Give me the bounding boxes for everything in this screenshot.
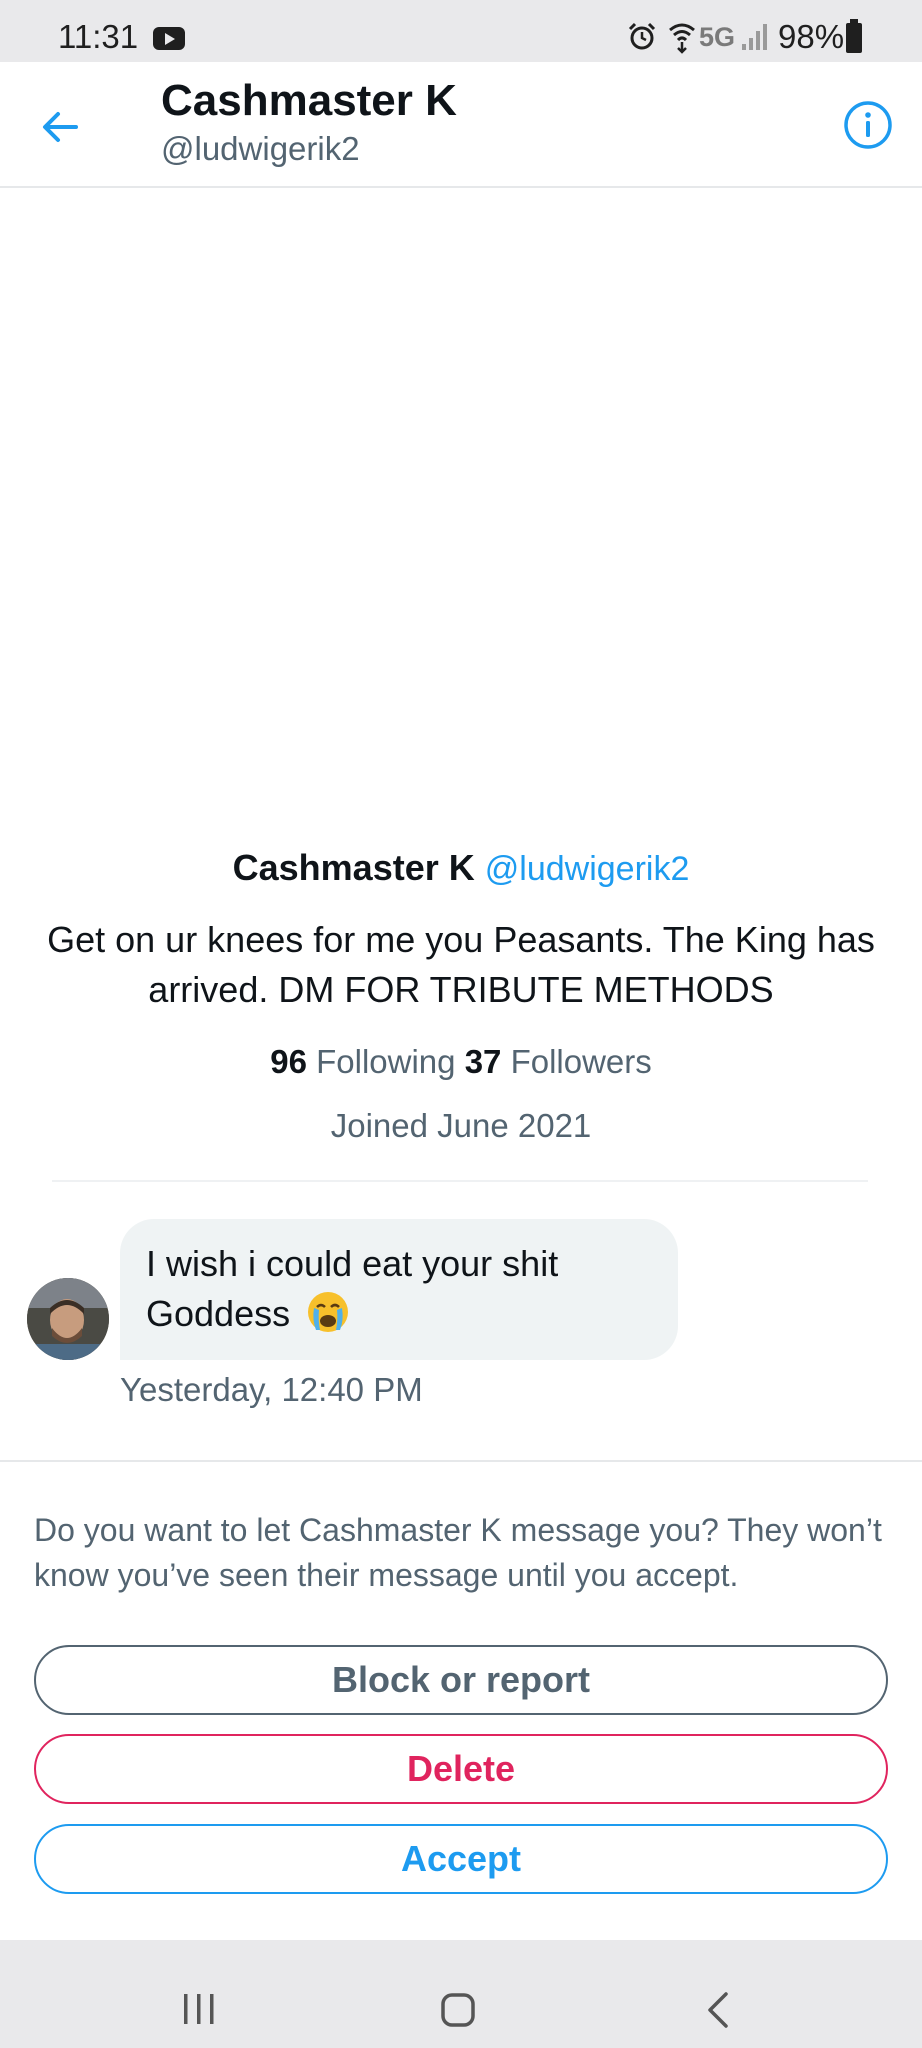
battery-percent: 98% [778,18,845,55]
request-prompt: Do you want to let Cashmaster K message … [34,1512,882,1593]
divider [0,1460,922,1462]
network-type: 5G [699,22,736,52]
info-icon[interactable] [842,99,894,151]
conversation-header: Cashmaster K @ludwigerik2 [0,62,922,188]
recents-icon[interactable] [181,1992,217,2026]
alarm-icon [628,22,656,50]
followers-count: 37 [464,1043,502,1080]
battery-icon [846,19,862,53]
signal-icon [742,24,767,50]
header-handle: @ludwigerik2 [161,130,360,167]
home-icon[interactable] [440,1992,476,2028]
avatar[interactable] [27,1278,109,1360]
youtube-icon [153,27,185,50]
message-bubble[interactable]: I wish i could eat your shit Goddess [120,1219,678,1360]
following-stat[interactable]: 96 Following [270,1043,455,1080]
profile-summary: Cashmaster K @ludwigerik2 Get on ur knee… [0,840,922,1151]
delete-button[interactable]: Delete [34,1734,888,1804]
status-time: 11:31 [58,18,139,55]
system-nav-bar [0,1940,922,2048]
joined-date: Joined June 2021 [330,1107,592,1144]
message-timestamp: Yesterday, 12:40 PM [120,1371,423,1408]
status-bar: 11:31 5G 98% [0,0,922,62]
following-count: 96 [270,1043,307,1080]
divider [52,1180,868,1182]
followers-stat[interactable]: 37 Followers [465,1043,652,1080]
header-name: Cashmaster K [161,76,457,125]
back-arrow-icon[interactable] [36,102,86,152]
loudly-crying-face-emoji-icon [308,1292,349,1332]
profile-name[interactable]: Cashmaster K [233,847,475,888]
back-icon[interactable] [702,1990,734,2030]
message-text: I wish i could eat your shit Goddess [146,1243,559,1334]
profile-bio: Get on ur knees for me you Peasants. The… [47,919,875,1010]
wifi-icon [669,23,695,54]
profile-handle[interactable]: @ludwigerik2 [485,850,690,888]
following-label: Following [316,1043,456,1080]
followers-label: Followers [510,1043,652,1080]
accept-button[interactable]: Accept [34,1824,888,1894]
block-or-report-button[interactable]: Block or report [34,1645,888,1715]
profile-stats: 96 Following 37 Followers [0,1037,922,1087]
avatar-image [27,1278,109,1360]
